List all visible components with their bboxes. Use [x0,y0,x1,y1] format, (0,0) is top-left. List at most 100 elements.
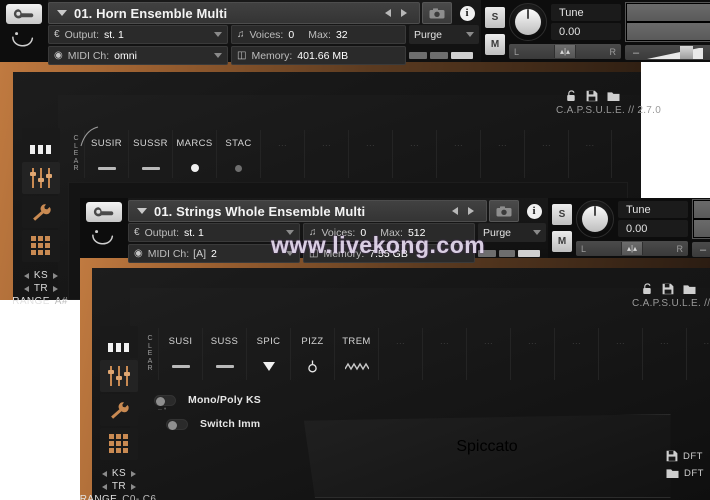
sidebar-item-grid[interactable] [22,230,60,262]
sidebar-item-faders[interactable] [22,162,60,194]
articulation-cell[interactable]: MARCS [172,130,216,178]
chevron-left-icon[interactable] [102,471,107,477]
articulation-cell[interactable]: ... [436,130,480,178]
articulation-cell[interactable]: ... [422,328,466,380]
save-icon[interactable] [662,283,674,295]
output-field[interactable]: € Output: st. 1 [48,25,228,44]
chevron-right-icon[interactable] [131,471,136,477]
chevron-down-icon[interactable] [466,32,474,37]
articulation-cell[interactable]: SUSS [202,328,246,380]
volume-minus[interactable]: – [625,47,647,59]
articulation-cell[interactable]: ... [686,328,710,380]
volume-wedge[interactable] [647,45,703,60]
chevron-down-icon[interactable] [286,251,294,256]
chevron-left-icon[interactable] [102,484,107,490]
mute-button[interactable]: M [485,34,505,55]
pan-center-handle[interactable]: ▴|▴ [554,45,576,58]
pan-slider[interactable]: L ▴|▴ R [509,44,621,59]
sidebar-item-faders[interactable] [100,360,138,392]
articulation-cell[interactable]: PIZZ [290,328,334,380]
articulation-cell[interactable]: ... [554,328,598,380]
chevron-right-icon[interactable] [53,273,58,279]
tune-value[interactable]: 0.00 [551,23,621,40]
articulation-cell[interactable]: ... [642,328,686,380]
preset-nav[interactable] [385,9,415,17]
articulation-cell[interactable]: ... [524,130,568,178]
toggle-row-switchimm[interactable]: Switch Imm [166,418,261,430]
lock-icon[interactable] [642,283,653,295]
save-dft-button[interactable]: DFT [666,450,704,462]
save-icon[interactable] [586,90,598,102]
midi-channel-field[interactable]: ◉ MIDI Ch: omni [48,46,228,65]
sidebar-item-grid[interactable] [100,428,138,460]
sidebar-item-keys[interactable] [22,128,60,160]
articulation-cell[interactable]: ... [568,130,612,178]
tune-value[interactable]: 0.00 [618,220,688,237]
purge-field[interactable]: Purge [409,25,479,44]
midi-channel-field[interactable]: ◉ MIDI Ch: [A] 2 [128,244,300,263]
folder-icon[interactable] [607,91,620,102]
chevron-down-icon[interactable] [214,32,222,37]
articulation-cell[interactable]: STAC [216,130,260,178]
chevron-left-icon[interactable] [385,9,391,17]
articulation-cell[interactable]: ... [466,328,510,380]
wrench-icon[interactable] [86,202,122,222]
tr-selector[interactable]: TR [14,283,68,294]
chevron-down-icon[interactable] [286,230,294,235]
tune-knob[interactable] [576,200,614,238]
chevron-down-icon[interactable] [137,208,147,214]
camera-icon[interactable] [422,2,452,24]
ks-selector[interactable]: KS [82,468,157,479]
chevron-down-icon[interactable] [57,10,67,16]
ks-selector[interactable]: KS [14,270,68,281]
preset-nav[interactable] [452,207,482,215]
switchimm-toggle[interactable] [166,419,188,430]
output-field[interactable]: € Output: st. 1 [128,223,300,242]
articulation-cell[interactable]: ... [480,130,524,178]
articulation-cell[interactable]: SPIC [246,328,290,380]
purge-field[interactable]: Purge [478,223,546,242]
articulation-cell[interactable]: ... [348,130,392,178]
clear-label-horn[interactable]: CLEAR [68,130,84,178]
chevron-right-icon[interactable] [131,484,136,490]
mute-button[interactable]: M [552,231,572,252]
pan-center-handle[interactable]: ▴|▴ [621,242,643,255]
volume-slider[interactable]: – + [625,45,710,60]
articulation-cell[interactable]: ... [598,328,642,380]
sidebar-item-tools[interactable] [100,394,138,426]
articulation-cell[interactable]: ... [392,130,436,178]
tune-knob[interactable] [509,3,547,41]
info-button[interactable]: i [522,200,546,222]
solo-button[interactable]: S [485,7,505,28]
tr-selector[interactable]: TR [82,481,157,492]
solo-button[interactable]: S [552,204,572,225]
articulation-cell[interactable]: SUSIR [84,130,128,178]
chevron-right-icon[interactable] [468,207,474,215]
chevron-right-icon[interactable] [53,286,58,292]
lock-icon[interactable] [566,90,577,102]
sidebar-item-keys[interactable] [100,326,138,358]
chevron-left-icon[interactable] [452,207,458,215]
wrench-icon[interactable] [6,4,42,24]
monopoly-toggle[interactable] [154,395,176,406]
instrument-name-bar[interactable]: 01. Strings Whole Ensemble Multi [128,200,487,222]
chevron-left-icon[interactable] [24,286,29,292]
folder-icon[interactable] [683,284,696,295]
instrument-name-bar[interactable]: 01. Horn Ensemble Multi [48,2,420,24]
articulation-cell[interactable]: SUSI [158,328,202,380]
camera-icon[interactable] [489,200,519,222]
chevron-right-icon[interactable] [401,9,407,17]
toggle-row-monopoly[interactable]: Mono/Poly KS [154,394,261,406]
articulation-cell[interactable]: ... [510,328,554,380]
chevron-down-icon[interactable] [533,230,541,235]
volume-minus[interactable]: – [692,244,710,256]
chevron-left-icon[interactable] [24,273,29,279]
articulation-cell[interactable]: SUSSR [128,130,172,178]
articulation-cell[interactable]: ... [260,130,304,178]
volume-handle[interactable] [680,46,693,59]
info-button[interactable]: i [455,2,479,24]
volume-plus[interactable]: + [703,47,710,59]
articulation-cell[interactable]: ... [304,130,348,178]
articulation-cell[interactable]: TREM [334,328,378,380]
articulation-cell[interactable]: ... [378,328,422,380]
